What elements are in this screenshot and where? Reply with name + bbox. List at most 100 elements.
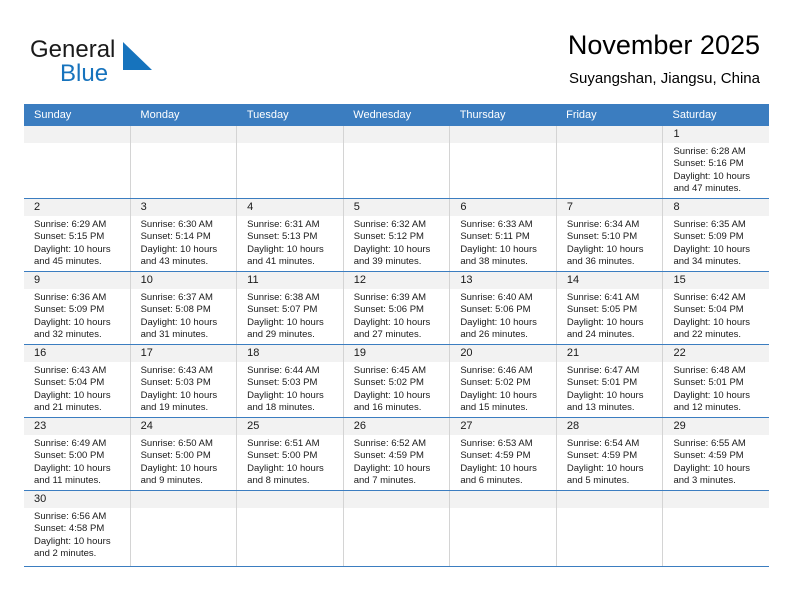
- day-cell[interactable]: 19 Sunrise: 6:45 AM Sunset: 5:02 PM Dayligh…: [343, 345, 451, 417]
- daylight-text: Daylight: 10 hours and 32 minutes.: [34, 316, 111, 341]
- day-cell[interactable]: 24 Sunrise: 6:50 AM Sunset: 5:00 PM Dayligh…: [130, 418, 238, 490]
- page-header: General Blue November 2025 Suyangshan, J…: [0, 0, 792, 104]
- day-cell[interactable]: 15 Sunrise: 6:42 AM Sunset: 5:04 PM Dayligh…: [663, 272, 770, 344]
- sunset-text: Sunset: 5:06 PM: [353, 304, 424, 316]
- sunset-text: Sunset: 5:00 PM: [34, 450, 105, 462]
- day-sun-info: Sunrise: 6:33 AM Sunset: 5:11 PM Daylight:…: [450, 216, 556, 269]
- sunset-text: Sunset: 5:00 PM: [247, 450, 318, 462]
- day-sun-info: Sunrise: 6:41 AM Sunset: 5:05 PM Daylight:…: [557, 289, 663, 342]
- brand-logo[interactable]: General Blue: [30, 36, 240, 96]
- day-number: 25: [237, 418, 343, 435]
- sunrise-text: Sunrise: 6:42 AM: [673, 292, 746, 303]
- day-cell[interactable]: 21 Sunrise: 6:47 AM Sunset: 5:01 PM Dayligh…: [556, 345, 664, 417]
- day-sun-info: Sunrise: 6:52 AM Sunset: 4:59 PM Daylight:…: [344, 435, 450, 488]
- day-number: 14: [556, 272, 663, 289]
- day-cell[interactable]: 27 Sunrise: 6:53 AM Sunset: 4:59 PM Dayligh…: [450, 418, 557, 490]
- daylight-text: Daylight: 10 hours and 39 minutes.: [353, 243, 431, 268]
- sunrise-text: Sunrise: 6:30 AM: [140, 219, 213, 230]
- day-sun-info: Sunrise: 6:32 AM Sunset: 5:12 PM Daylight:…: [344, 216, 450, 269]
- day-number: 4: [237, 199, 343, 216]
- day-number: [556, 126, 663, 143]
- day-cell[interactable]: 25 Sunrise: 6:51 AM Sunset: 5:00 PM Dayligh…: [237, 418, 344, 490]
- sunrise-text: Sunrise: 6:38 AM: [247, 292, 320, 303]
- day-number: [450, 126, 556, 143]
- daylight-text: Daylight: 10 hours and 27 minutes.: [353, 316, 431, 341]
- sunset-text: Sunset: 4:59 PM: [566, 450, 638, 462]
- sunrise-text: Sunrise: 6:36 AM: [34, 292, 107, 303]
- daylight-text: Daylight: 10 hours and 38 minutes.: [460, 243, 537, 268]
- day-number: 2: [24, 199, 130, 216]
- day-cell-empty: [556, 126, 664, 198]
- day-cell[interactable]: 16 Sunrise: 6:43 AM Sunset: 5:04 PM Dayligh…: [24, 345, 131, 417]
- day-cell-empty: [130, 491, 238, 566]
- weekday-header-saturday: Saturday: [672, 109, 717, 121]
- day-sun-info: Sunrise: 6:28 AM Sunset: 5:16 PM Daylight:…: [663, 143, 769, 196]
- sunrise-text: Sunrise: 6:45 AM: [353, 365, 427, 376]
- sunset-text: Sunset: 5:12 PM: [353, 231, 424, 243]
- sunrise-text: Sunrise: 6:51 AM: [247, 438, 320, 449]
- day-sun-info: Sunrise: 6:51 AM Sunset: 5:00 PM Daylight:…: [237, 435, 343, 488]
- day-cell[interactable]: 30 Sunrise: 6:56 AM Sunset: 4:58 PM Dayligh…: [24, 491, 131, 566]
- sunset-text: Sunset: 5:01 PM: [566, 377, 638, 389]
- day-cell[interactable]: 1 Sunrise: 6:28 AM Sunset: 5:16 PM Daylight…: [663, 126, 770, 198]
- daylight-text: Daylight: 10 hours and 34 minutes.: [673, 243, 751, 268]
- day-cell[interactable]: 20 Sunrise: 6:46 AM Sunset: 5:02 PM Dayligh…: [450, 345, 557, 417]
- sunrise-text: Sunrise: 6:39 AM: [353, 292, 427, 303]
- day-cell[interactable]: 4 Sunrise: 6:31 AM Sunset: 5:13 PM Daylight…: [237, 199, 344, 271]
- day-sun-info: Sunrise: 6:53 AM Sunset: 4:59 PM Daylight:…: [450, 435, 556, 488]
- day-cell[interactable]: 10 Sunrise: 6:37 AM Sunset: 5:08 PM Dayligh…: [130, 272, 238, 344]
- day-cell[interactable]: 17 Sunrise: 6:43 AM Sunset: 5:03 PM Dayligh…: [130, 345, 238, 417]
- sunset-text: Sunset: 5:04 PM: [34, 377, 105, 389]
- day-number: 27: [450, 418, 556, 435]
- day-cell[interactable]: 23 Sunrise: 6:49 AM Sunset: 5:00 PM Dayligh…: [24, 418, 131, 490]
- daylight-text: Daylight: 10 hours and 18 minutes.: [247, 389, 324, 414]
- day-sun-info: Sunrise: 6:43 AM Sunset: 5:04 PM Daylight:…: [24, 362, 130, 415]
- day-number: 20: [450, 345, 556, 362]
- day-number: [130, 491, 237, 508]
- day-cell[interactable]: 14 Sunrise: 6:41 AM Sunset: 5:05 PM Dayligh…: [556, 272, 664, 344]
- day-cell[interactable]: 7 Sunrise: 6:34 AM Sunset: 5:10 PM Daylight…: [556, 199, 664, 271]
- day-cell[interactable]: 3 Sunrise: 6:30 AM Sunset: 5:14 PM Daylight…: [130, 199, 238, 271]
- day-number: 7: [556, 199, 663, 216]
- day-cell[interactable]: 9 Sunrise: 6:36 AM Sunset: 5:09 PM Daylight…: [24, 272, 131, 344]
- day-cell[interactable]: 29 Sunrise: 6:55 AM Sunset: 4:59 PM Dayligh…: [663, 418, 770, 490]
- day-cell[interactable]: 18 Sunrise: 6:44 AM Sunset: 5:03 PM Dayligh…: [237, 345, 344, 417]
- day-cell-empty: [343, 491, 451, 566]
- sunrise-text: Sunrise: 6:48 AM: [673, 365, 746, 376]
- day-cell[interactable]: 12 Sunrise: 6:39 AM Sunset: 5:06 PM Dayligh…: [343, 272, 451, 344]
- day-cell-empty: [237, 126, 344, 198]
- day-cell[interactable]: 13 Sunrise: 6:40 AM Sunset: 5:06 PM Dayligh…: [450, 272, 557, 344]
- day-cell[interactable]: 2 Sunrise: 6:29 AM Sunset: 5:15 PM Daylight…: [24, 199, 131, 271]
- day-cell[interactable]: 8 Sunrise: 6:35 AM Sunset: 5:09 PM Daylight…: [663, 199, 770, 271]
- day-number: 16: [24, 345, 130, 362]
- day-number: 17: [130, 345, 237, 362]
- day-number: 10: [130, 272, 237, 289]
- day-sun-info: Sunrise: 6:30 AM Sunset: 5:14 PM Daylight:…: [131, 216, 237, 269]
- sunset-text: Sunset: 5:10 PM: [566, 231, 638, 243]
- sunrise-text: Sunrise: 6:53 AM: [460, 438, 533, 449]
- day-number: [237, 491, 343, 508]
- day-sun-info: Sunrise: 6:46 AM Sunset: 5:02 PM Daylight:…: [450, 362, 556, 415]
- calendar-week-row: 30 Sunrise: 6:56 AM Sunset: 4:58 PM Dayligh…: [24, 491, 770, 567]
- day-cell[interactable]: 5 Sunrise: 6:32 AM Sunset: 5:12 PM Daylight…: [343, 199, 451, 271]
- daylight-text: Daylight: 10 hours and 24 minutes.: [566, 316, 644, 341]
- sunset-text: Sunset: 4:59 PM: [673, 450, 744, 462]
- day-cell[interactable]: 22 Sunrise: 6:48 AM Sunset: 5:01 PM Dayligh…: [663, 345, 770, 417]
- sunset-text: Sunset: 5:08 PM: [140, 304, 211, 316]
- sunrise-text: Sunrise: 6:28 AM: [673, 146, 746, 157]
- day-cell[interactable]: 28 Sunrise: 6:54 AM Sunset: 4:59 PM Dayligh…: [556, 418, 664, 490]
- sunset-text: Sunset: 5:02 PM: [460, 377, 531, 389]
- day-sun-info: Sunrise: 6:29 AM Sunset: 5:15 PM Daylight:…: [24, 216, 130, 269]
- sunset-text: Sunset: 5:15 PM: [34, 231, 105, 243]
- day-cell[interactable]: 26 Sunrise: 6:52 AM Sunset: 4:59 PM Dayligh…: [343, 418, 451, 490]
- day-cell[interactable]: 11 Sunrise: 6:38 AM Sunset: 5:07 PM Dayligh…: [237, 272, 344, 344]
- day-cell[interactable]: 6 Sunrise: 6:33 AM Sunset: 5:11 PM Daylight…: [450, 199, 557, 271]
- sunrise-text: Sunrise: 6:32 AM: [353, 219, 427, 230]
- sunrise-text: Sunrise: 6:33 AM: [460, 219, 533, 230]
- day-cell-empty: [556, 491, 664, 566]
- day-number: [24, 126, 130, 143]
- day-number: 5: [343, 199, 450, 216]
- day-number: 21: [556, 345, 663, 362]
- calendar-weeks: 1 Sunrise: 6:28 AM Sunset: 5:16 PM Daylight…: [24, 126, 770, 567]
- day-sun-info: Sunrise: 6:47 AM Sunset: 5:01 PM Daylight:…: [557, 362, 663, 415]
